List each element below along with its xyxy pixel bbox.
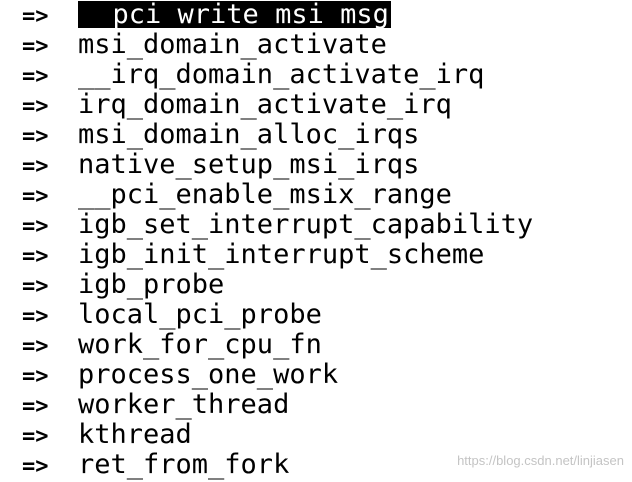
trace-row: => process_one_work <box>22 360 533 390</box>
trace-function: __irq_domain_activate_irq <box>78 59 485 90</box>
arrow-marker: => <box>22 364 49 389</box>
trace-row: => local_pci_probe <box>22 300 533 330</box>
trace-row: => kthread <box>22 420 533 450</box>
arrow-marker: => <box>22 64 49 89</box>
trace-function: igb_init_interrupt_scheme <box>78 239 485 270</box>
trace-row: => igb_probe <box>22 270 533 300</box>
arrow-marker: => <box>22 214 49 239</box>
trace-row: => work_for_cpu_fn <box>22 330 533 360</box>
trace-function: kthread <box>78 419 192 450</box>
trace-function: igb_set_interrupt_capability <box>78 209 534 240</box>
trace-row: => igb_set_interrupt_capability <box>22 210 533 240</box>
trace-function: __pci_enable_msix_range <box>78 179 452 210</box>
arrow-marker: => <box>22 34 49 59</box>
arrow-marker: => <box>22 304 49 329</box>
call-trace-list: => __pci_write_msi_msg => msi_domain_activ… <box>22 0 533 480</box>
arrow-marker: => <box>22 4 49 29</box>
trace-function: native_setup_msi_irqs <box>78 149 420 180</box>
trace-function: work_for_cpu_fn <box>78 329 322 360</box>
arrow-marker: => <box>22 424 49 449</box>
trace-row: => native_setup_msi_irqs <box>22 150 533 180</box>
trace-function: process_one_work <box>78 359 339 390</box>
trace-function-selected[interactable]: __pci_write_msi_msg <box>78 1 391 28</box>
trace-function: irq_domain_activate_irq <box>78 89 452 120</box>
arrow-marker: => <box>22 124 49 149</box>
trace-row: => igb_init_interrupt_scheme <box>22 240 533 270</box>
arrow-marker: => <box>22 244 49 269</box>
trace-row: => msi_domain_activate <box>22 30 533 60</box>
arrow-marker: => <box>22 454 49 479</box>
trace-row: => __pci_write_msi_msg <box>22 0 533 30</box>
trace-row: => worker_thread <box>22 390 533 420</box>
trace-row: => msi_domain_alloc_irqs <box>22 120 533 150</box>
trace-row: => irq_domain_activate_irq <box>22 90 533 120</box>
arrow-marker: => <box>22 334 49 359</box>
trace-function: local_pci_probe <box>78 299 322 330</box>
trace-row: => __pci_enable_msix_range <box>22 180 533 210</box>
watermark: https://blog.csdn.net/linjiasen <box>457 453 624 468</box>
trace-row: => __irq_domain_activate_irq <box>22 60 533 90</box>
trace-function: msi_domain_alloc_irqs <box>78 119 420 150</box>
arrow-marker: => <box>22 394 49 419</box>
arrow-marker: => <box>22 154 49 179</box>
terminal-output: => __pci_write_msi_msg => msi_domain_activ… <box>0 0 632 480</box>
arrow-marker: => <box>22 184 49 209</box>
trace-function: worker_thread <box>78 389 290 420</box>
arrow-marker: => <box>22 94 49 119</box>
trace-function: igb_probe <box>78 269 225 300</box>
arrow-marker: => <box>22 274 49 299</box>
trace-function: msi_domain_activate <box>78 29 387 60</box>
